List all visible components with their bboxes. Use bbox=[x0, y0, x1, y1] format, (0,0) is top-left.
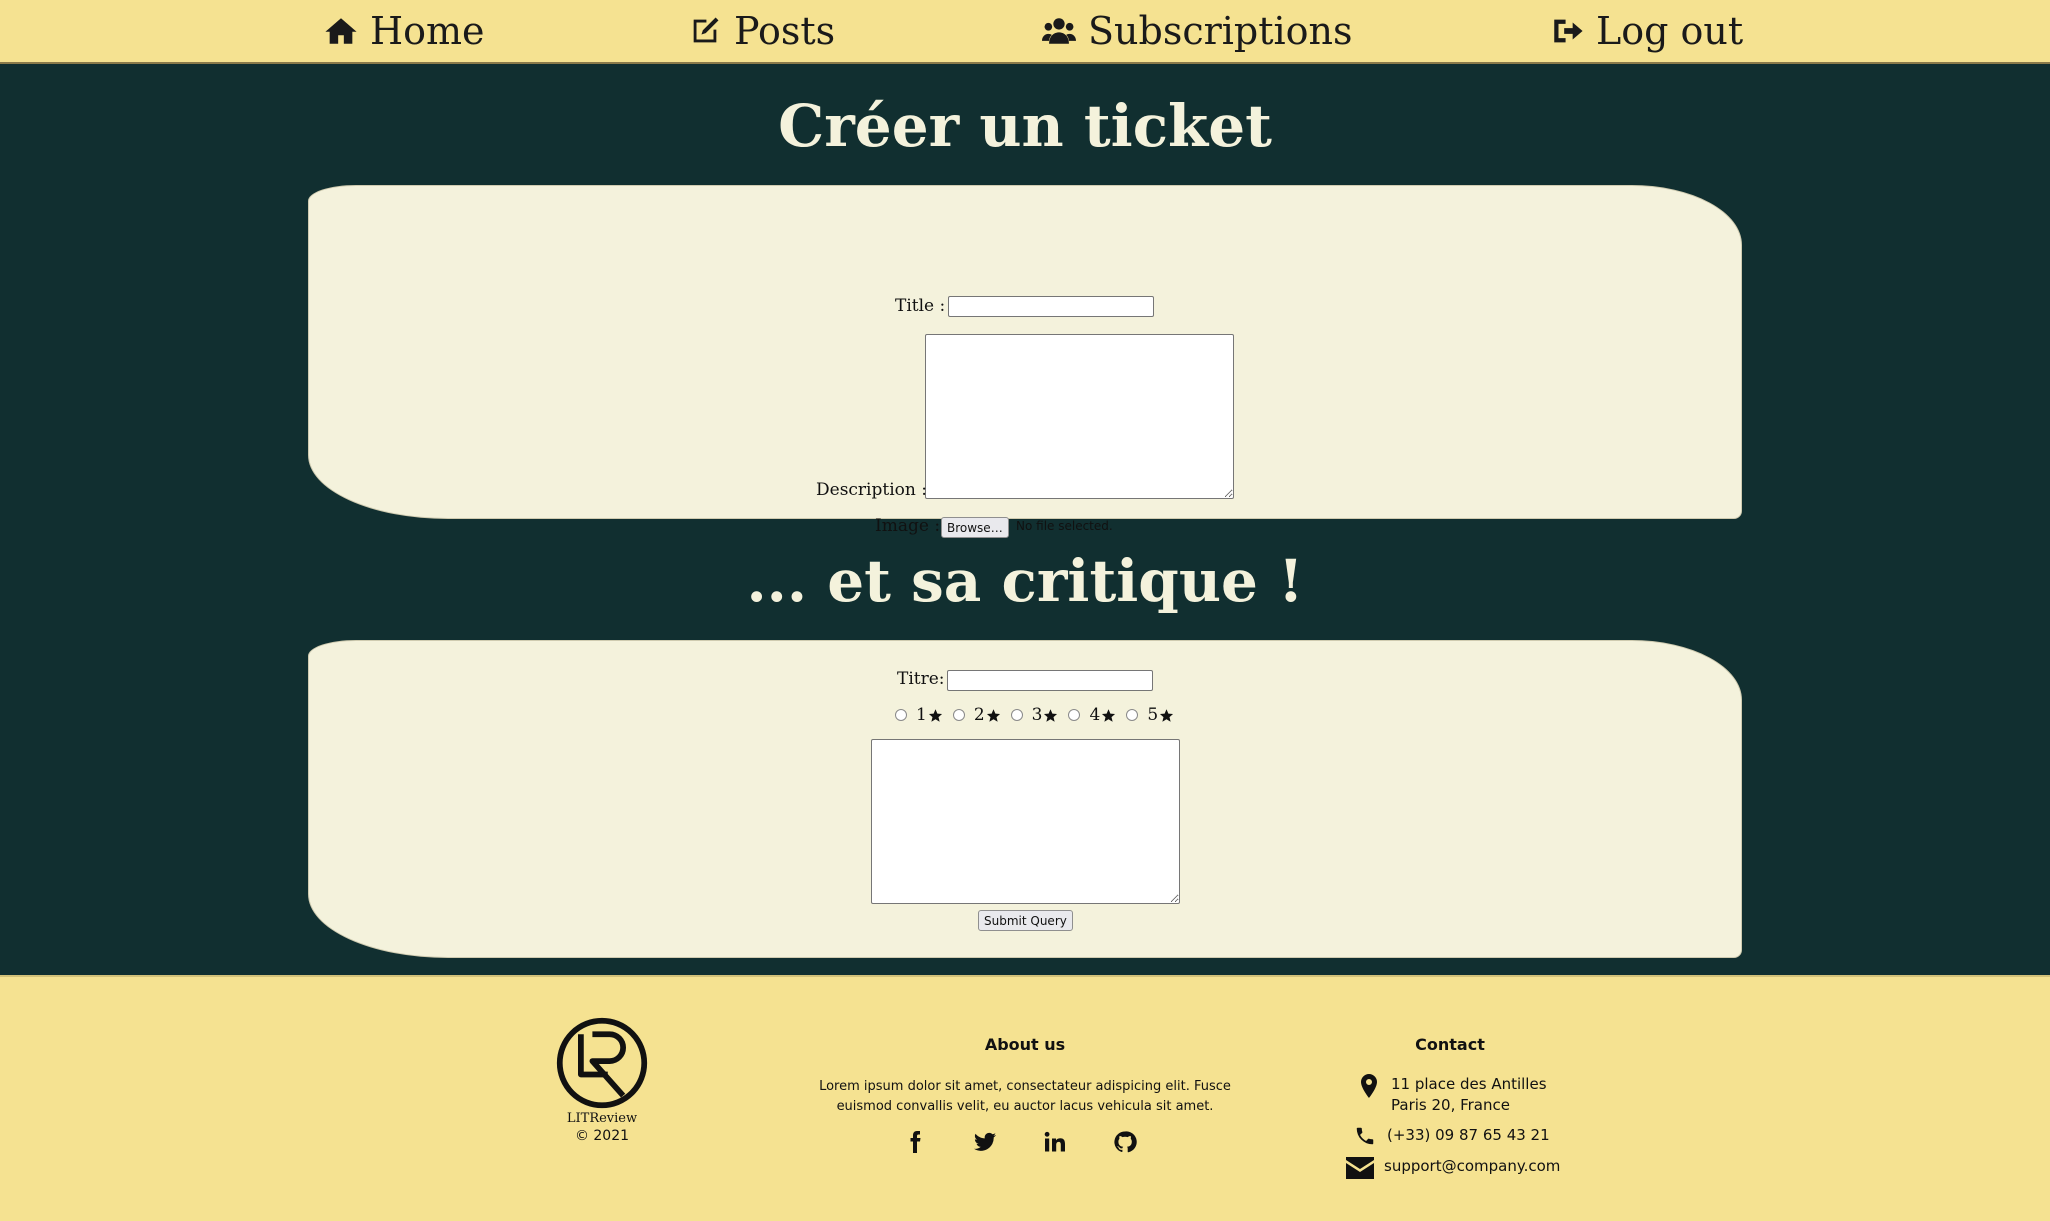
review-form: Titre: 1 2 3 4 5 Submit Query bbox=[308, 640, 1742, 958]
star-icon bbox=[1044, 708, 1058, 722]
rating-option-1[interactable]: 1 bbox=[895, 705, 943, 725]
users-icon bbox=[1042, 18, 1076, 44]
radio-button[interactable] bbox=[895, 709, 907, 721]
star-icon bbox=[1160, 708, 1174, 722]
logo-name: LITReview bbox=[566, 1111, 638, 1126]
email-row: support@company.com bbox=[1346, 1156, 1560, 1179]
radio-button[interactable] bbox=[1126, 709, 1139, 721]
ticket-title-label: Title : bbox=[895, 296, 946, 316]
phone-text: (+33) 09 87 65 43 21 bbox=[1387, 1126, 1550, 1144]
sign-out-icon bbox=[1554, 19, 1583, 43]
address-row: 11 place des Antilles Paris 20, France bbox=[1360, 1074, 1547, 1116]
rating-value: 2 bbox=[973, 705, 985, 725]
browse-button[interactable]: Browse… bbox=[941, 517, 1009, 538]
ticket-image-label: Image : bbox=[875, 516, 941, 536]
about-heading: About us bbox=[984, 1035, 1066, 1054]
ticket-heading: Créer un ticket bbox=[778, 92, 1272, 160]
linkedin-icon bbox=[1044, 1131, 1065, 1152]
star-icon bbox=[1102, 708, 1116, 722]
map-marker-icon bbox=[1361, 1074, 1377, 1098]
twitter-icon bbox=[974, 1132, 996, 1151]
logo-block: LITReview © 2021 bbox=[550, 1015, 654, 1144]
email-link[interactable]: support@company.com bbox=[1384, 1156, 1560, 1177]
nav-subscriptions-link[interactable]: Subscriptions bbox=[1042, 0, 1353, 62]
rating-value: 5 bbox=[1147, 705, 1159, 725]
ticket-description-textarea[interactable] bbox=[925, 334, 1234, 499]
star-icon bbox=[928, 708, 942, 722]
review-heading: ... et sa critique ! bbox=[746, 547, 1304, 615]
radio-button[interactable] bbox=[952, 709, 965, 721]
nav-home-label: Home bbox=[370, 9, 485, 53]
nav-logout-label: Log out bbox=[1596, 9, 1744, 53]
github-link[interactable] bbox=[1113, 1127, 1183, 1157]
top-nav: Home Posts Subscriptions Log out bbox=[0, 0, 2050, 64]
footer: LITReview © 2021 About us Lorem ipsum do… bbox=[0, 975, 2050, 1221]
edit-icon bbox=[693, 17, 719, 43]
nav-logout-link[interactable]: Log out bbox=[1550, 0, 1743, 62]
copyright-text: © 2021 bbox=[574, 1128, 630, 1144]
ticket-description-label: Description : bbox=[816, 480, 927, 500]
main-content: Créer un ticket Title : Description : Im… bbox=[0, 64, 2050, 975]
about-text: Lorem ipsum dolor sit amet, consectateur… bbox=[819, 1079, 1231, 1114]
phone-icon bbox=[1356, 1127, 1374, 1145]
address-line-1: 11 place des Antilles bbox=[1391, 1075, 1547, 1093]
rating-option-5[interactable]: 5 bbox=[1126, 705, 1174, 725]
rating-radio-group: 1 2 3 4 5 bbox=[895, 705, 1184, 725]
review-title-label: Titre: bbox=[897, 669, 945, 689]
radio-button[interactable] bbox=[1010, 709, 1023, 721]
linkedin-link[interactable] bbox=[1043, 1127, 1113, 1157]
social-links bbox=[903, 1127, 1183, 1157]
file-status-text: No file selected. bbox=[1016, 519, 1113, 533]
ticket-form: Title : Description : Image : Browse… No… bbox=[308, 185, 1742, 538]
github-icon bbox=[1114, 1131, 1137, 1153]
rating-value: 3 bbox=[1031, 705, 1043, 725]
rating-option-3[interactable]: 3 bbox=[1010, 705, 1059, 725]
nav-posts-link[interactable]: Posts bbox=[688, 0, 835, 62]
facebook-link[interactable] bbox=[903, 1127, 973, 1157]
star-icon bbox=[986, 708, 1000, 722]
envelope-icon bbox=[1346, 1157, 1374, 1179]
litreview-logo-icon bbox=[556, 1017, 648, 1109]
radio-button[interactable] bbox=[1068, 709, 1081, 721]
facebook-icon bbox=[910, 1131, 921, 1153]
nav-home-link[interactable]: Home bbox=[324, 0, 485, 62]
nav-subscriptions-label: Subscriptions bbox=[1088, 9, 1353, 53]
phone-row: (+33) 09 87 65 43 21 bbox=[1354, 1125, 1550, 1147]
rating-option-2[interactable]: 2 bbox=[952, 705, 1001, 725]
home-icon bbox=[325, 18, 357, 44]
nav-posts-label: Posts bbox=[734, 9, 836, 53]
address-line-2: Paris 20, France bbox=[1391, 1096, 1510, 1114]
twitter-link[interactable] bbox=[973, 1127, 1043, 1157]
submit-button[interactable]: Submit Query bbox=[978, 910, 1073, 931]
rating-option-4[interactable]: 4 bbox=[1068, 705, 1116, 725]
contact-heading: Contact bbox=[1415, 1035, 1485, 1054]
rating-value: 4 bbox=[1089, 705, 1101, 725]
rating-value: 1 bbox=[916, 705, 927, 725]
ticket-title-input[interactable] bbox=[948, 296, 1154, 317]
review-body-textarea[interactable] bbox=[871, 739, 1180, 904]
review-title-input[interactable] bbox=[947, 670, 1153, 691]
